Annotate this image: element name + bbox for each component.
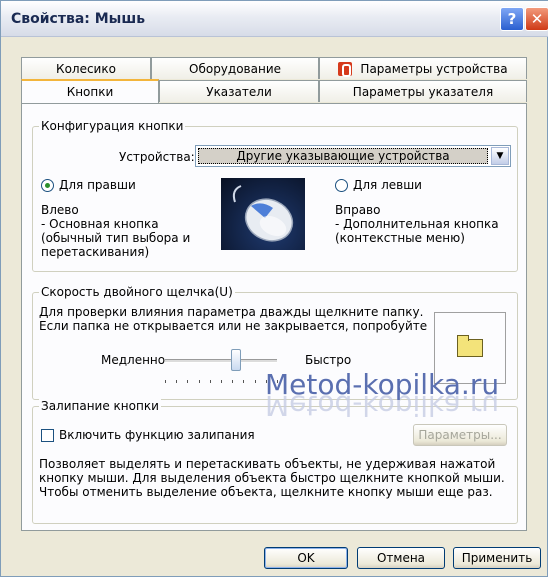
tab-label: Параметры устройства: [360, 61, 508, 76]
tab-strip: Колесико Оборудование Параметры устройст…: [21, 57, 527, 103]
slider-tick: [232, 380, 234, 383]
folder-icon[interactable]: [457, 335, 483, 357]
button-label: Применить: [461, 551, 533, 565]
tab-label: Кнопки: [66, 85, 114, 99]
slider-tick: [198, 380, 200, 383]
slider-tick: [209, 380, 211, 383]
close-button[interactable]: ✕: [525, 7, 548, 31]
tab-device-settings[interactable]: Параметры устройства: [319, 57, 527, 79]
tab-pointer-options[interactable]: Параметры указателя: [319, 80, 527, 102]
fast-label: Быстро: [305, 353, 352, 367]
slow-label: Медленно: [101, 353, 166, 367]
cancel-button[interactable]: Отмена: [357, 547, 445, 569]
apply-button[interactable]: Применить: [453, 547, 541, 569]
right-button-description: - Дополнительная кнопка (контекстные мен…: [335, 217, 499, 245]
tab-pointers[interactable]: Указатели: [159, 80, 319, 102]
title-bar[interactable]: Свойства: Мышь ? ✕: [1, 1, 548, 37]
button-label: Параметры...: [418, 428, 502, 442]
chevron-down-icon[interactable]: ▼: [491, 147, 509, 165]
watermark: Metod-kopilka.ru: [265, 368, 500, 401]
help-button[interactable]: ?: [500, 7, 524, 31]
click-lock-settings-button[interactable]: Параметры...: [413, 424, 507, 446]
click-lock-description: Позволяет выделять и перетаскивать объек…: [39, 457, 505, 499]
click-lock-checkbox[interactable]: [41, 429, 54, 442]
help-icon: ?: [507, 10, 517, 28]
ok-button[interactable]: OK: [264, 547, 348, 569]
click-lock-legend: Залипание кнопки: [39, 399, 161, 413]
slider-tick: [243, 380, 245, 383]
double-click-legend: Скорость двойного щелчка(U): [39, 285, 235, 299]
device-settings-icon: [338, 61, 353, 77]
slider-tick: [165, 380, 166, 383]
buttons-tab-panel: Конфигурация кнопки Устройства: Другие у…: [21, 103, 527, 531]
double-click-text-1: Для проверки влияния параметра дважды ще…: [39, 305, 424, 319]
double-click-slider-track[interactable]: [165, 359, 277, 363]
devices-select[interactable]: Другие указывающие устройства ▼: [195, 145, 511, 167]
button-config-legend: Конфигурация кнопки: [39, 119, 186, 133]
left-button-title: Влево: [41, 203, 79, 217]
window-title: Свойства: Мышь: [11, 11, 146, 27]
tab-label: Указатели: [206, 84, 272, 99]
double-click-slider-thumb[interactable]: [230, 349, 241, 371]
right-button-title: Вправо: [335, 203, 381, 217]
slider-tick: [221, 380, 222, 383]
slider-tick: [176, 380, 178, 383]
double-click-text-2: Если папка не открывается или не закрыва…: [39, 319, 428, 333]
button-label: Отмена: [376, 551, 426, 565]
tab-buttons[interactable]: Кнопки: [21, 79, 159, 103]
tab-label: Колесико: [56, 61, 116, 76]
click-lock-label: Включить функцию залипания: [59, 428, 255, 442]
devices-selected-value: Другие указывающие устройства: [198, 148, 488, 164]
left-hand-radio[interactable]: [335, 179, 348, 192]
right-hand-radio[interactable]: [41, 179, 54, 192]
tab-label: Параметры указателя: [352, 84, 494, 99]
mouse-properties-window: Свойства: Мышь ? ✕ Колесико Оборудование…: [0, 0, 548, 577]
tab-hardware[interactable]: Оборудование: [151, 57, 319, 79]
slider-tick: [187, 380, 189, 383]
mouse-image: [221, 178, 305, 250]
left-hand-label: Для левши: [353, 178, 422, 192]
click-lock-group: Залипание кнопки Включить функцию залипа…: [32, 399, 518, 524]
button-label: OK: [297, 551, 315, 565]
close-icon: ✕: [530, 10, 544, 28]
left-button-description: - Основная кнопка (обычный тип выбора и …: [41, 217, 191, 259]
devices-label: Устройства:: [119, 150, 195, 164]
right-hand-label: Для правши: [59, 178, 136, 192]
slider-tick: [254, 380, 256, 383]
tab-wheel[interactable]: Колесико: [21, 57, 151, 79]
tab-label: Оборудование: [189, 61, 281, 76]
